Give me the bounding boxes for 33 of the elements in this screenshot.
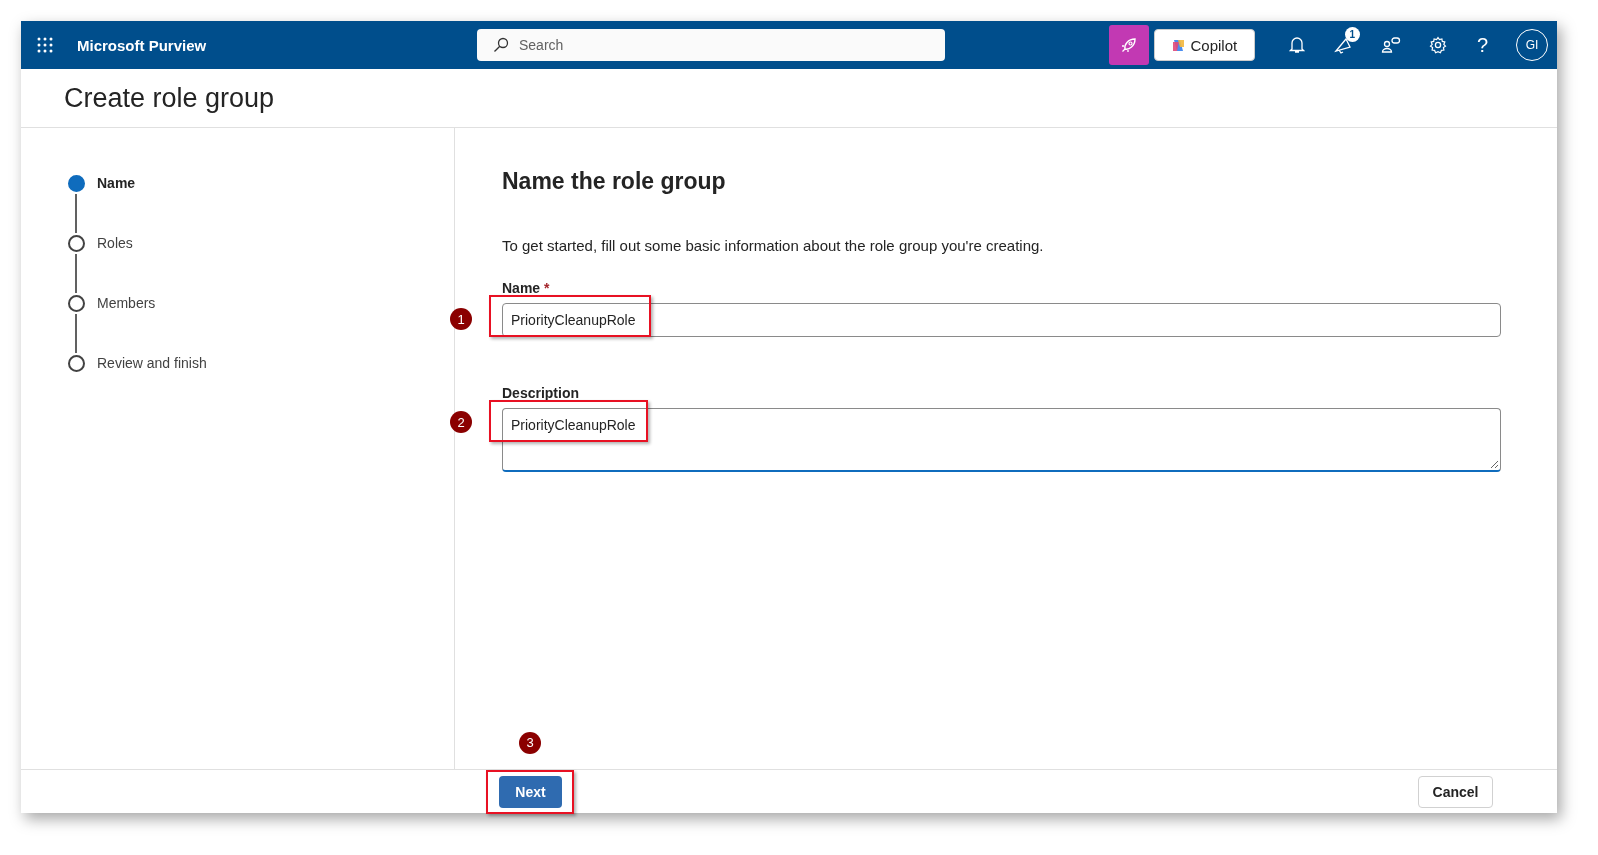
field-value: PriorityCleanupRole xyxy=(511,417,636,433)
step-label[interactable]: Review and finish xyxy=(97,355,207,415)
step-label[interactable]: Members xyxy=(97,295,156,355)
search-field[interactable]: Search xyxy=(477,29,945,61)
notification-badge: 1 xyxy=(1344,27,1360,42)
settings-icon[interactable] xyxy=(1428,36,1447,54)
app-name[interactable]: Microsoft Purview xyxy=(77,36,477,54)
step-label[interactable]: Name xyxy=(97,175,136,235)
intro-text: To get started, fill out some basic information about the role group you're creating. xyxy=(502,237,1045,254)
rocket-icon xyxy=(1119,36,1138,54)
app-launcher-icon[interactable] xyxy=(37,37,53,53)
copilot-button[interactable]: Copilot xyxy=(1153,29,1255,61)
resize-grip-icon[interactable] xyxy=(1491,461,1498,468)
field-value: PriorityCleanupRole xyxy=(511,312,636,328)
people-chat-icon[interactable] xyxy=(1380,36,1401,54)
field-label: Description xyxy=(502,385,579,401)
cancel-button[interactable]: Cancel xyxy=(1418,775,1493,808)
description-input-field[interactable]: PriorityCleanupRole xyxy=(502,408,1501,472)
next-button[interactable]: Next xyxy=(499,775,562,808)
annotation-badge: 2 xyxy=(450,411,472,433)
annotation-badge: 1 xyxy=(450,308,472,330)
step-label[interactable]: Roles xyxy=(97,235,133,295)
annotation-badge: 3 xyxy=(519,731,541,754)
copilot-logo-icon xyxy=(1171,38,1185,52)
field-label: Name xyxy=(502,280,541,296)
rocket-button[interactable] xyxy=(1108,25,1149,65)
help-button[interactable]: ? xyxy=(1476,33,1488,57)
page-title: Create role group xyxy=(64,82,275,114)
required-mark: * xyxy=(544,280,550,296)
search-icon xyxy=(493,37,509,53)
name-input-field[interactable]: PriorityCleanupRole xyxy=(502,303,1501,337)
section-heading: Name the role group xyxy=(502,168,727,195)
bell-icon[interactable] xyxy=(1288,36,1305,54)
